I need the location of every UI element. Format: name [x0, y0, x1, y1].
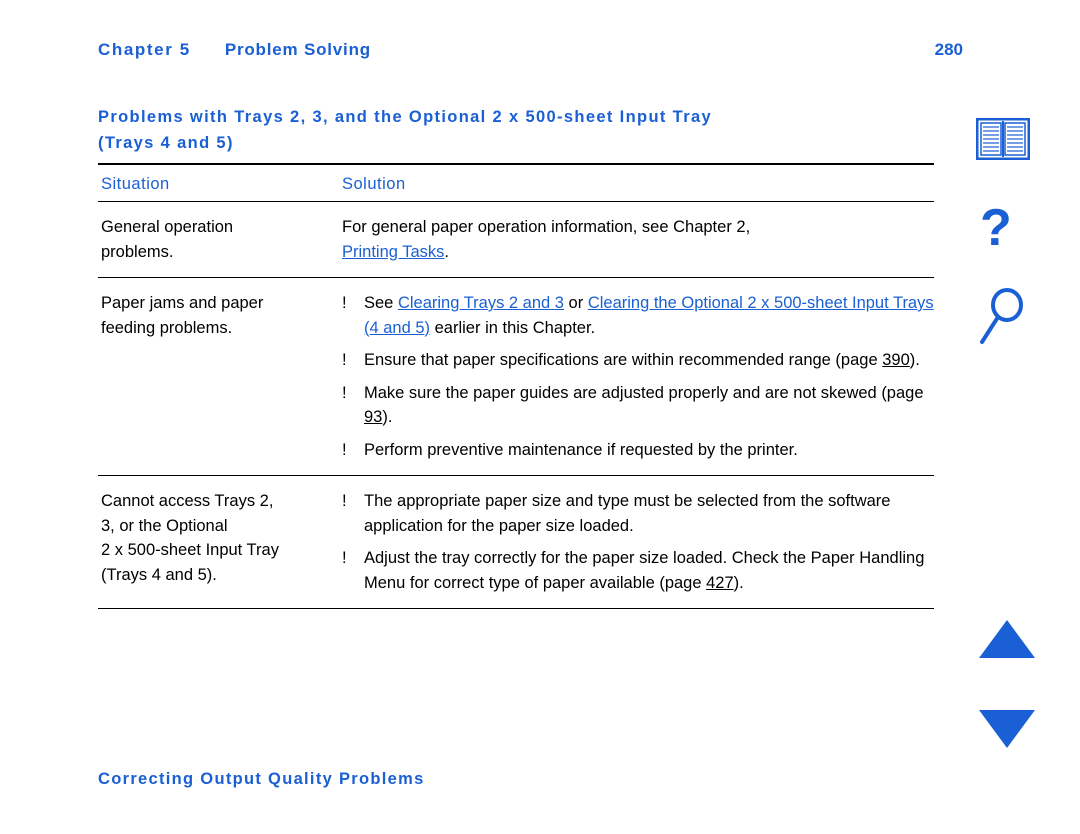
table-rule — [98, 608, 934, 609]
bullet-marker: ! — [342, 492, 347, 510]
situation-line: feeding problems. — [101, 318, 233, 337]
navigation-rail: ? — [960, 0, 1080, 834]
header-label-situation: Situation — [101, 175, 170, 193]
problem-solution-table: Situation Solution General operation pro… — [98, 170, 934, 609]
bullet-marker: ! — [342, 549, 347, 567]
page-link-93[interactable]: 93 — [364, 408, 382, 426]
bullet-text-pre: Ensure that paper specifications are wit… — [364, 351, 883, 369]
link-clearing-optional[interactable]: Clearing the Optional — [588, 294, 748, 312]
chapter-title: Problem Solving — [224, 40, 371, 59]
help-question-icon[interactable]: ? — [980, 202, 1028, 258]
cell-solution: ! See Clearing Trays 2 and 3 or Clearing… — [340, 291, 934, 462]
table-row: Paper jams and paper feeding problems. !… — [98, 278, 934, 475]
bullet-marker: ! — [342, 440, 347, 459]
bullet-text-post: earlier in this Chapter. — [430, 318, 596, 337]
table-header-row: Situation Solution — [98, 170, 934, 201]
bullet-text-pre: See — [364, 294, 398, 312]
bullet-item: ! Make sure the paper guides are adjuste… — [342, 381, 934, 430]
bullet-item: ! Perform preventive maintenance if requ… — [342, 438, 934, 463]
document-page: Chapter 5 Problem Solving 280 Problems w… — [0, 0, 1080, 834]
page-number: 280 — [934, 40, 963, 59]
section-heading: Problems with Trays 2, 3, and the Option… — [98, 104, 934, 156]
situation-line: 3, or the Optional — [101, 516, 228, 535]
bullet-text: Make sure the paper guides are adjusted … — [364, 381, 934, 430]
situation-line: (Trays 4 and 5). — [101, 565, 217, 584]
chapter-label: Chapter 5 — [98, 40, 191, 59]
bullet-marker: ! — [342, 294, 347, 312]
bullet-marker: ! — [342, 351, 347, 369]
footer-section-title: Correcting Output Quality Problems — [98, 770, 425, 788]
cell-situation: Paper jams and paper feeding problems. — [98, 291, 340, 340]
bullet-text: Ensure that paper specifications are wit… — [364, 348, 934, 373]
bullet-text: Adjust the tray correctly for the paper … — [364, 546, 934, 595]
table-header-solution: Solution — [340, 175, 934, 194]
bullet-item: ! See Clearing Trays 2 and 3 or Clearing… — [342, 291, 934, 340]
page-link-390[interactable]: 390 — [882, 351, 910, 369]
cell-solution: For general paper operation information,… — [340, 215, 934, 264]
page-header: Chapter 5 Problem Solving 280 — [98, 40, 978, 60]
bullet-text: See Clearing Trays 2 and 3 or Clearing t… — [364, 291, 934, 340]
situation-line: Cannot access Trays 2, — [101, 492, 274, 510]
book-icon[interactable] — [975, 117, 1031, 161]
bullet-text-mid: or — [563, 294, 588, 312]
bullet-text-post: ). — [733, 573, 744, 592]
link-clearing-trays-2-3[interactable]: Clearing Trays 2 and 3 — [398, 294, 564, 312]
situation-line: problems. — [101, 242, 174, 261]
bullet-text-pre: Adjust the tray correctly for the paper … — [364, 549, 925, 592]
table-row: General operation problems. For general … — [98, 202, 934, 277]
bullet-marker: ! — [342, 383, 347, 402]
bullet-text-post: ). — [909, 351, 920, 369]
heading-rule — [98, 163, 934, 165]
bullet-item: ! Adjust the tray correctly for the pape… — [342, 546, 934, 595]
table-header-situation: Situation — [98, 175, 340, 194]
triangle-up-icon[interactable] — [978, 618, 1036, 660]
cell-situation: General operation problems. — [98, 215, 340, 264]
header-label-solution: Solution — [342, 175, 406, 193]
magnifier-icon[interactable] — [976, 288, 1032, 346]
bullet-text-pre: Make sure the paper guides are adjusted … — [364, 383, 924, 402]
triangle-down-icon[interactable] — [978, 708, 1036, 750]
solution-line: For general paper operation information,… — [342, 218, 751, 236]
bullet-item: ! The appropriate paper size and type mu… — [342, 489, 934, 538]
bullet-item: ! Ensure that paper specifications are w… — [342, 348, 934, 373]
section-heading-line2: (Trays 4 and 5) — [98, 134, 234, 152]
situation-line: General operation — [101, 218, 234, 236]
link-printing-tasks[interactable]: Printing Tasks — [342, 243, 444, 261]
cell-situation: Cannot access Trays 2, 3, or the Optiona… — [98, 489, 340, 587]
cell-solution: ! The appropriate paper size and type mu… — [340, 489, 934, 595]
solution-line: Printing Tasks. — [342, 240, 934, 265]
situation-line: Paper jams and paper — [101, 294, 264, 312]
bullet-text: Perform preventive maintenance if reques… — [364, 440, 798, 459]
situation-line: 2 x 500-sheet Input Tray — [101, 541, 279, 559]
section-heading-line1: Problems with Trays 2, 3, and the Option… — [98, 108, 713, 126]
bullet-text-post: ). — [382, 408, 393, 426]
solution-period: . — [444, 242, 450, 261]
page-link-427[interactable]: 427 — [706, 574, 734, 592]
bullet-text: The appropriate paper size and type must… — [364, 492, 891, 535]
table-row: Cannot access Trays 2, 3, or the Optiona… — [98, 476, 934, 608]
